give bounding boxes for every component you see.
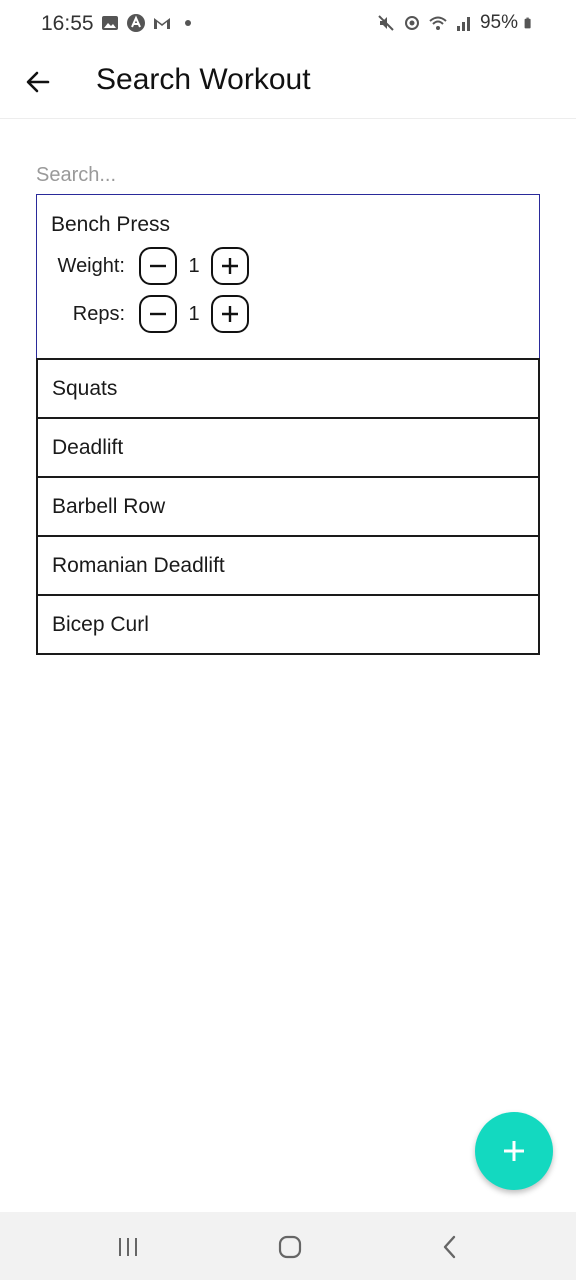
plus-icon <box>504 1141 524 1161</box>
weight-decrement-button[interactable] <box>139 247 177 285</box>
app-bar: Search Workout <box>0 50 576 119</box>
home-icon <box>278 1235 302 1259</box>
wifi-icon <box>429 16 447 30</box>
exercise-name: Squats <box>52 376 118 400</box>
exercise-item-romanian-deadlift[interactable]: Romanian Deadlift <box>36 535 540 596</box>
exercise-name: Deadlift <box>52 435 124 459</box>
signal-icon <box>456 17 470 31</box>
system-nav-bar <box>0 1212 576 1280</box>
battery-icon <box>524 17 531 29</box>
search-input[interactable] <box>36 158 540 192</box>
recent-apps-icon <box>119 1238 137 1256</box>
plus-icon <box>222 306 238 322</box>
plus-icon <box>222 258 238 274</box>
exercise-item-deadlift[interactable]: Deadlift <box>36 417 540 478</box>
exercise-name: Bench Press <box>51 213 171 236</box>
mute-icon <box>378 15 394 31</box>
add-workout-fab[interactable] <box>475 1112 553 1190</box>
chevron-left-icon <box>443 1235 456 1259</box>
battery-percent: 95% <box>479 12 518 33</box>
app-a-icon <box>127 14 145 32</box>
hotspot-icon <box>404 16 419 30</box>
reps-increment-button[interactable] <box>211 295 249 333</box>
exercise-list: Bench Press Weight: 1 Reps: 1 Squats Dea… <box>36 194 540 655</box>
weight-increment-button[interactable] <box>211 247 249 285</box>
reps-stepper: Reps: 1 <box>51 295 525 333</box>
gmail-icon <box>154 18 170 29</box>
exercise-name: Bicep Curl <box>52 612 149 636</box>
minus-icon <box>150 264 166 268</box>
exercise-item-bicep-curl[interactable]: Bicep Curl <box>36 594 540 655</box>
back-nav-button[interactable] <box>430 1232 470 1262</box>
exercise-name: Barbell Row <box>52 494 166 518</box>
status-bar: 16:55 95% <box>0 0 576 50</box>
arrow-left-icon <box>26 71 50 93</box>
status-time: 16:55 <box>41 12 94 35</box>
dot-icon <box>185 20 191 26</box>
exercise-item-squats[interactable]: Squats <box>36 358 540 419</box>
exercise-name: Romanian Deadlift <box>52 553 225 577</box>
page-title: Search Workout <box>96 63 311 96</box>
weight-value: 1 <box>188 254 200 277</box>
exercise-item-bench-press[interactable]: Bench Press Weight: 1 Reps: 1 <box>36 194 540 360</box>
reps-value: 1 <box>188 302 200 325</box>
notification-icons <box>100 13 198 33</box>
reps-label: Reps: <box>72 302 125 325</box>
home-button[interactable] <box>270 1232 310 1262</box>
back-button[interactable] <box>18 62 58 102</box>
gallery-icon <box>102 16 118 30</box>
weight-stepper: Weight: 1 <box>51 247 525 285</box>
weight-label: Weight: <box>57 254 125 277</box>
recent-apps-button[interactable] <box>108 1232 148 1262</box>
minus-icon <box>150 312 166 316</box>
reps-decrement-button[interactable] <box>139 295 177 333</box>
system-icons: 95% <box>376 12 536 34</box>
exercise-item-barbell-row[interactable]: Barbell Row <box>36 476 540 537</box>
